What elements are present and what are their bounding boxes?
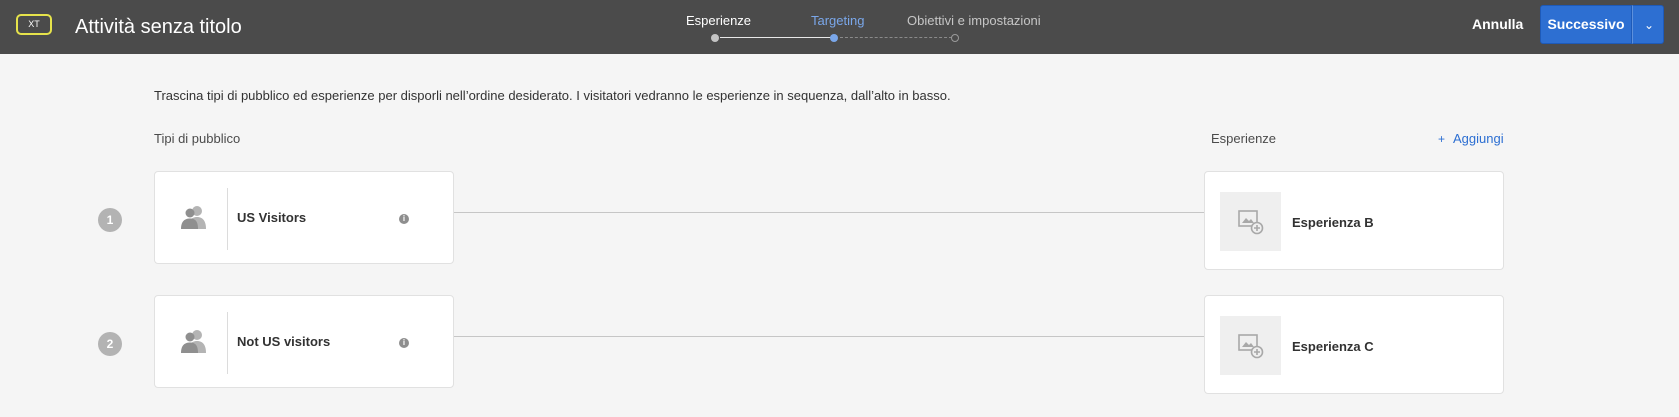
audience-name: Not US visitors xyxy=(237,334,331,349)
experience-card[interactable]: Esperienza B xyxy=(1204,171,1504,270)
step-esperienze[interactable]: Esperienze xyxy=(686,13,751,29)
experience-thumbnail xyxy=(1220,192,1281,251)
experience-name: Esperienza C xyxy=(1292,339,1374,354)
chevron-down-icon: ⌄ xyxy=(1644,18,1655,32)
card-divider xyxy=(227,312,228,374)
people-icon xyxy=(181,330,206,353)
audiences-column-label: Tipi di pubblico xyxy=(154,131,241,146)
add-image-icon xyxy=(1238,334,1264,359)
step-obiettivi-impostazioni[interactable]: Obiettivi e impostazioni xyxy=(907,13,1041,29)
experiences-column-label: Esperienze xyxy=(1211,131,1277,146)
progress-track-completed xyxy=(720,37,834,38)
experience-card[interactable]: Esperienza C xyxy=(1204,295,1504,394)
row-number-badge: 1 xyxy=(98,208,122,232)
people-icon xyxy=(181,206,206,229)
card-divider xyxy=(227,188,228,250)
connector-line xyxy=(454,212,1204,213)
top-bar: XT Attività senza titolo Esperienze Targ… xyxy=(0,0,1679,54)
audience-card[interactable]: US Visitors i xyxy=(154,171,454,264)
step-dot-completed xyxy=(711,34,719,42)
step-dot-current xyxy=(830,34,838,42)
audience-name: US Visitors xyxy=(237,210,307,225)
activity-type-badge: XT xyxy=(16,14,52,35)
experience-name: Esperienza B xyxy=(1292,215,1374,230)
next-dropdown-button[interactable]: ⌄ xyxy=(1632,5,1664,44)
audience-card[interactable]: Not US visitors i xyxy=(154,295,454,388)
step-targeting[interactable]: Targeting xyxy=(811,13,864,29)
info-icon[interactable]: i xyxy=(399,338,409,348)
activity-title[interactable]: Attività senza titolo xyxy=(75,15,242,39)
next-button[interactable]: Successivo xyxy=(1540,5,1632,44)
cancel-button[interactable]: Annulla xyxy=(1472,15,1523,33)
add-image-icon xyxy=(1238,210,1264,235)
progress-track-remaining xyxy=(840,37,952,38)
add-label: Aggiungi xyxy=(1453,131,1504,146)
instructions-text: Trascina tipi di pubblico ed esperienze … xyxy=(154,88,951,103)
plus-icon: + xyxy=(1438,132,1446,146)
connector-line xyxy=(454,336,1204,337)
row-number-badge: 2 xyxy=(98,332,122,356)
info-icon[interactable]: i xyxy=(399,214,409,224)
add-experience-link[interactable]: + Aggiungi xyxy=(1438,131,1504,147)
experience-thumbnail xyxy=(1220,316,1281,375)
step-dot-upcoming xyxy=(951,34,959,42)
